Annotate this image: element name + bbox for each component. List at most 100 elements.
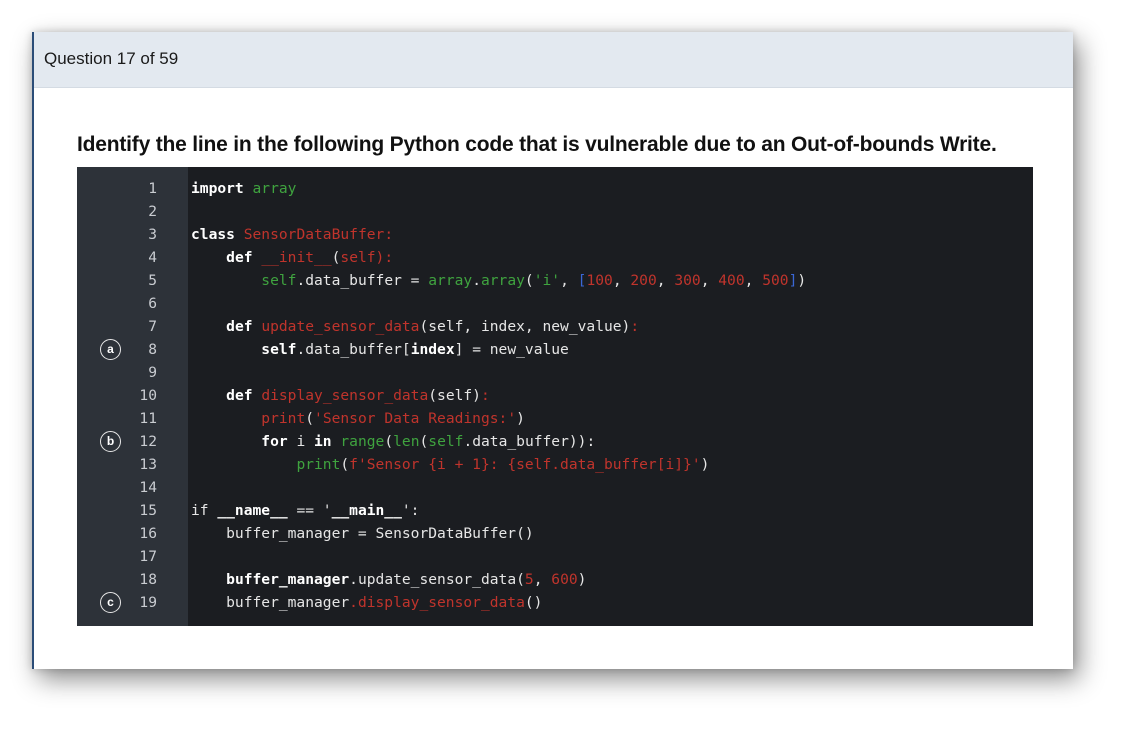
code-line: 2 [77,200,1033,223]
line-number: 3 [148,226,157,243]
line-number: 12 [139,433,157,450]
code-token: , [612,272,631,289]
code-token: , [533,571,552,588]
code-token: 600 [551,571,578,588]
code-token: , [656,272,675,289]
code-token: self [261,341,297,358]
code-token: buffer_manager [191,594,350,611]
line-number: 17 [139,548,157,565]
line-number: 19 [139,594,157,611]
code-token: print [296,456,341,473]
code-token: f'Sensor {i + 1}: {self.data_buffer[i]}' [349,456,701,473]
code-text: def __init__(self): [191,246,393,269]
question-text: Identify the line in the following Pytho… [77,133,997,156]
line-number: 2 [148,203,157,220]
line-number: 4 [148,249,157,266]
code-token: ( [419,433,429,450]
code-text: def display_sensor_data(self): [191,384,490,407]
code-token: buffer_manager = SensorDataBuffer() [191,525,534,542]
code-token: 100 [586,272,613,289]
line-number: 7 [148,318,157,335]
code-token: index [410,341,455,358]
code-token: ': [401,502,420,519]
code-token: self): [340,249,394,266]
code-token: .data_buffer = [296,272,429,289]
code-token: .display_sensor_data [349,594,525,611]
code-token: range [340,433,385,450]
code-line: 11 print('Sensor Data Readings:') [77,407,1033,430]
code-token: __name__ [217,502,288,519]
code-line: 7 def update_sensor_data(self, index, ne… [77,315,1033,338]
code-token: display_sensor_data [261,387,429,404]
code-token: in [314,433,332,450]
code-line: 18 buffer_manager.update_sensor_data(5, … [77,568,1033,591]
answer-option-b[interactable]: b [100,431,121,452]
code-token: 300 [674,272,701,289]
code-text: for i in range(len(self.data_buffer)): [191,430,595,453]
code-text: def update_sensor_data(self, index, new_… [191,315,639,338]
code-token: , [700,272,719,289]
code-token: 400 [718,272,745,289]
code-token: array [428,272,473,289]
code-token: 'Sensor Data Readings:' [314,410,517,427]
line-number: 14 [139,479,157,496]
line-number: 15 [139,502,157,519]
line-number: 8 [148,341,157,358]
code-line[interactable]: c 19 buffer_manager.display_sensor_data() [77,591,1033,614]
code-token: ) [577,571,587,588]
line-number: 11 [139,410,157,427]
answer-option-c[interactable]: c [100,592,121,613]
code-line: 10 def display_sensor_data(self): [77,384,1033,407]
code-line[interactable]: a 8 self.data_buffer[index] = new_value [77,338,1033,361]
code-token: self [428,433,464,450]
code-token: __main__ [331,502,402,519]
code-token: (self, index, new_value) [419,318,631,335]
code-token: () [524,594,543,611]
code-text: buffer_manager = SensorDataBuffer() [191,522,534,545]
line-number: 9 [148,364,157,381]
code-text: class SensorDataBuffer: [191,223,393,246]
code-line: 4 def __init__(self): [77,246,1033,269]
code-token: ) [516,410,525,427]
code-line: 3 class SensorDataBuffer: [77,223,1033,246]
question-counter: Question 17 of 59 [44,49,179,68]
code-text: buffer_manager.display_sensor_data() [191,591,542,614]
code-line: 15 if __name__ == '__main__': [77,499,1033,522]
code-token: for [261,433,288,450]
code-token: , [560,272,578,289]
code-token: update_sensor_data [261,318,420,335]
code-token: 'i' [533,272,561,289]
code-token: , [744,272,763,289]
code-token: ] = new_value [454,341,569,358]
code-line: 16 buffer_manager = SensorDataBuffer() [77,522,1033,545]
code-line: 17 [77,545,1033,568]
code-token: buffer_manager [226,571,350,588]
code-text: self.data_buffer = array.array('i', [100… [191,269,806,292]
code-line: 13 print(f'Sensor {i + 1}: {self.data_bu… [77,453,1033,476]
code-text: self.data_buffer[index] = new_value [191,338,569,361]
code-token: class [191,226,235,243]
code-token: ( [340,456,350,473]
code-text: import array [191,177,296,200]
code-token: array [252,180,297,197]
code-token: __init__ [261,249,332,266]
code-text: print('Sensor Data Readings:') [191,407,525,430]
code-token: import [191,180,244,197]
code-token: : [480,387,490,404]
code-token: def [226,249,253,266]
code-line: 9 [77,361,1033,384]
code-line[interactable]: b 12 for i in range(len(self.data_buffer)… [77,430,1033,453]
code-block: 1 import array 2 3 class SensorDataBuffer: 4 … [77,167,1033,626]
question-header: Question 17 of 59 [34,32,1073,88]
answer-option-a[interactable]: a [100,339,121,360]
line-number: 10 [139,387,157,404]
